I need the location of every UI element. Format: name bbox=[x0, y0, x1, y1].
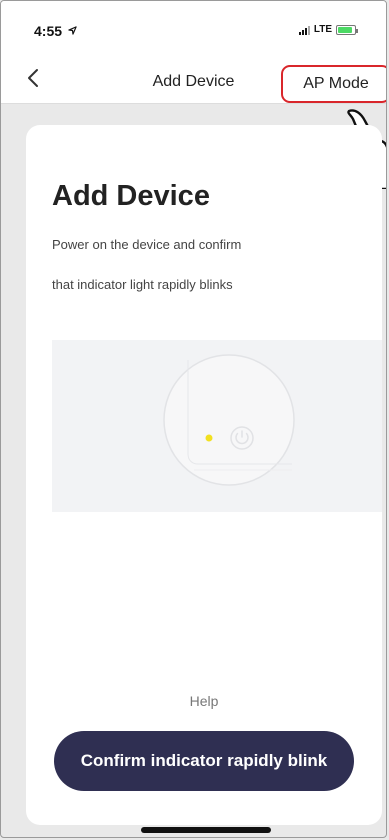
device-illustration bbox=[52, 340, 382, 512]
location-arrow-icon bbox=[68, 26, 77, 35]
help-link[interactable]: Help bbox=[26, 693, 382, 709]
signal-icon bbox=[298, 25, 310, 35]
content-card: Add Device Power on the device and confi… bbox=[26, 125, 382, 825]
status-time-text: 4:55 bbox=[34, 23, 63, 39]
card-description-line-1: Power on the device and confirm bbox=[52, 237, 242, 252]
device-illustration-graphic bbox=[163, 354, 295, 486]
status-bar: 4:55 LTE bbox=[1, 1, 386, 53]
status-time: 4:55 bbox=[34, 23, 77, 39]
indicator-light bbox=[205, 434, 213, 442]
card-title: Add Device bbox=[52, 180, 210, 212]
battery-icon bbox=[336, 24, 358, 35]
home-indicator bbox=[141, 827, 271, 833]
card-description-line-2: that indicator light rapidly blinks bbox=[52, 277, 233, 292]
phone-frame: 4:55 LTE Add Device AP Mode Add Device P… bbox=[0, 0, 387, 838]
network-label: LTE bbox=[313, 24, 332, 35]
confirm-blink-button[interactable]: Confirm indicator rapidly blink bbox=[54, 731, 354, 791]
ap-mode-button[interactable]: AP Mode bbox=[281, 65, 386, 103]
status-indicators: LTE bbox=[298, 24, 358, 35]
